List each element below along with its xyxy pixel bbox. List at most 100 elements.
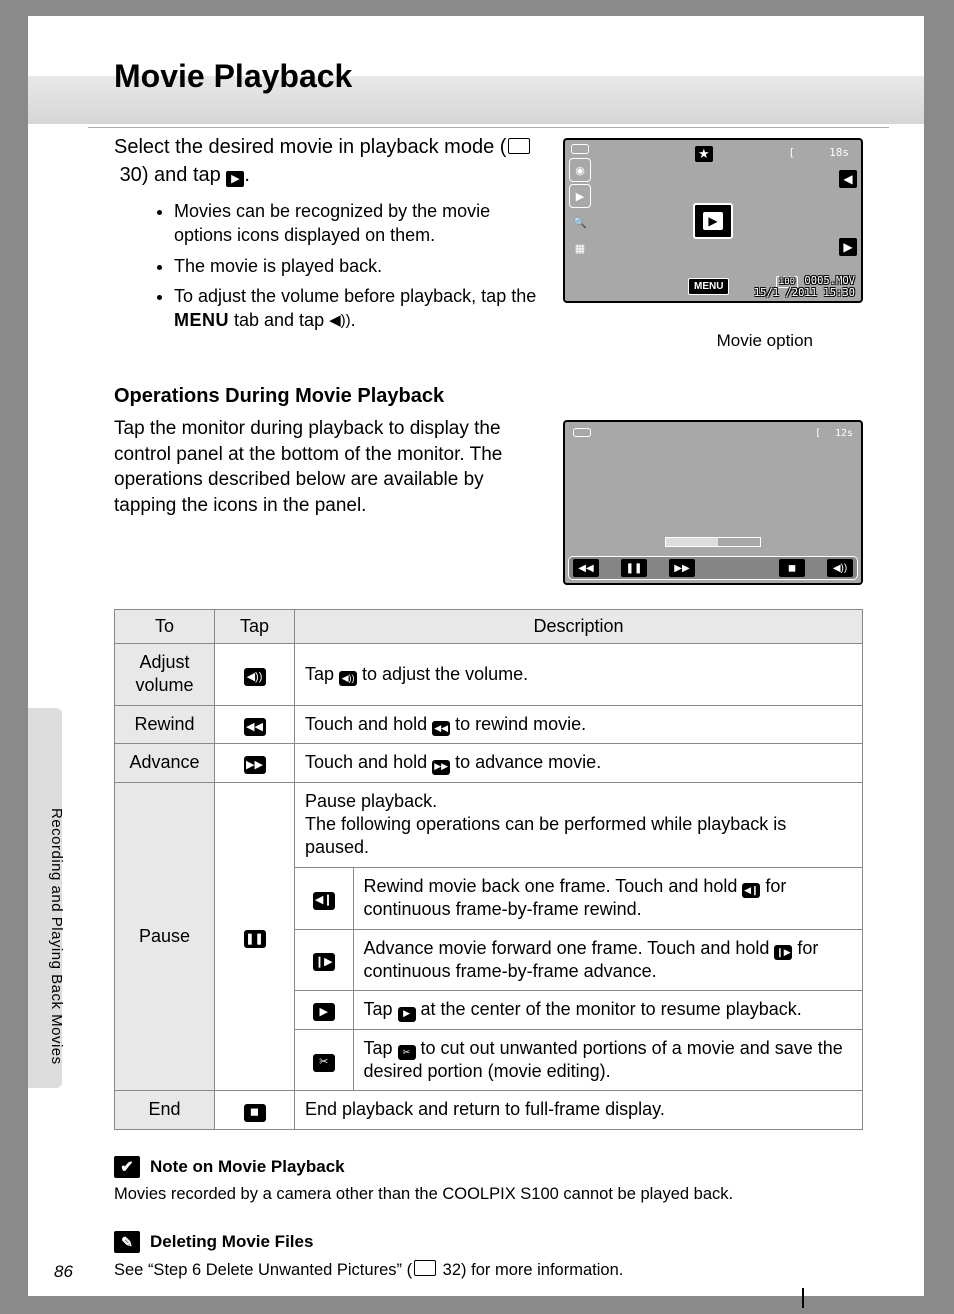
lcd-2: [ 12s ◀◀ ❚❚ ▶▶ ◼ ◀)) [563,420,863,585]
scissors-icon: ✂ [398,1045,416,1060]
to-cell: Pause [115,782,215,1091]
frame-rewind-icon: ◀❙ [742,883,760,898]
pause-row-edit: ✂ Tap ✂ to cut out unwanted portions of … [295,1029,862,1090]
to-cell: Adjust volume [115,644,215,706]
bracket-icon: [ [815,428,821,439]
note-block-1: ✔ Note on Movie Playback Movies recorded… [114,1156,863,1205]
progress-fill [666,538,718,546]
play-glyph-icon: ▶ [703,212,723,230]
volume-icon: ◀)) [339,671,357,686]
frame-advance-icon: ❙▶ [313,953,335,971]
pause-row-resume: ▶ Tap ▶ at the center of the monitor to … [295,991,862,1029]
pause-button-icon: ❚❚ [621,559,647,577]
page-number: 86 [54,1262,73,1282]
screenshot-1: ◉ ▶ 🔍 ▦ ★ [ 18s ◀ ▶ ▶ MENU 100 0005.MOV … [563,138,863,351]
note-heading: ✔ Note on Movie Playback [114,1156,863,1178]
col-desc: Description [295,610,863,644]
intro-row: Select the desired movie in playback mod… [114,134,863,351]
note-title: Deleting Movie Files [150,1232,313,1252]
folder-chip: 100 [776,276,798,288]
desc-cell: Pause playback. The following operations… [295,782,863,1091]
row-advance: Advance ▶▶ Touch and hold ▶▶ to advance … [115,744,863,782]
play-icon: ▶ [398,1007,416,1022]
callout-line [802,1288,804,1308]
star-icon: ★ [695,146,713,162]
intro-sentence: Select the desired movie in playback mod… [114,134,545,189]
to-cell: End [115,1091,215,1129]
pencil-icon: ✎ [114,1231,140,1253]
check-icon: ✔ [114,1156,140,1178]
remaining-label: 12s [835,428,853,439]
pause-subtable: Pause playback. The following operations… [295,783,862,1091]
tap-cell: ◀)) [215,644,295,706]
rewind-button-icon: ◀◀ [573,559,599,577]
book-icon [414,1260,436,1276]
rewind-icon: ◀◀ [244,718,266,736]
content: Recording and Playing Back Movies Select… [88,127,889,1282]
operations-table: To Tap Description Adjust volume ◀)) Tap… [114,609,863,1130]
note-title: Note on Movie Playback [150,1157,345,1177]
tap-cell: ❚❚ [215,782,295,1091]
intro-part1: Select the desired movie in playback mod… [114,136,506,158]
menu-chip: MENU [688,278,729,295]
screenshot-2: [ 12s ◀◀ ❚❚ ▶▶ ◼ ◀)) [563,420,863,585]
table-header-row: To Tap Description [115,610,863,644]
desc-cell: Touch and hold ▶▶ to advance movie. [295,744,863,782]
speaker-icon: ◀)) [329,312,351,329]
screenshot-caption: Movie option [563,331,863,351]
intro-part3: . [244,164,250,186]
play-icon: ▶ [313,1003,335,1021]
page-title: Movie Playback [88,38,889,113]
battery-icon [573,428,591,437]
advance-icon: ▶▶ [244,756,266,774]
intro-part2: ) and tap [142,164,227,186]
book-icon [508,138,530,154]
pause-row-frame-advance: ❙▶ Advance movie forward one frame. Touc… [295,929,862,991]
frame-rewind-icon: ◀❙ [313,892,335,910]
intro-pageref: 30 [120,164,142,186]
pause-icon: ❚❚ [244,930,266,948]
desc-cell: End playback and return to full-frame di… [295,1091,863,1129]
menu-word: MENU [174,310,229,330]
duration-label: 18s [829,146,849,159]
note-body: See “Step 6 Delete Unwanted Pictures” ( … [114,1259,863,1281]
rewind-icon: ◀◀ [432,721,450,736]
prev-arrow-icon: ◀ [839,170,857,188]
pause-intro: Pause playback. The following operations… [295,783,862,868]
note-body: Movies recorded by a camera other than t… [114,1184,863,1205]
to-cell: Rewind [115,705,215,743]
next-arrow-icon: ▶ [839,238,857,256]
manual-page: Movie Playback Recording and Playing Bac… [28,16,924,1296]
play-icon: ▶ [226,171,244,187]
grid-tab-icon: ▦ [569,236,591,260]
filename: 0005.MOV [804,275,855,287]
intro-bullets: Movies can be recognized by the movie op… [114,199,545,332]
stop-icon: ◼ [244,1104,266,1122]
stop-button-icon: ◼ [779,559,805,577]
row-end: End ◼ End playback and return to full-fr… [115,1091,863,1129]
row-rewind: Rewind ◀◀ Touch and hold ◀◀ to rewind mo… [115,705,863,743]
tap-cell: ▶▶ [215,744,295,782]
intro-text: Select the desired movie in playback mod… [114,134,545,339]
row-volume: Adjust volume ◀)) Tap ◀)) to adjust the … [115,644,863,706]
playback-tab-icon: ▶ [569,184,591,208]
progress-bar [665,537,761,547]
col-to: To [115,610,215,644]
frame-advance-icon: ❙▶ [774,945,792,960]
lcd-1: ◉ ▶ 🔍 ▦ ★ [ 18s ◀ ▶ ▶ MENU 100 0005.MOV … [563,138,863,303]
bullet-2: The movie is played back. [174,254,545,278]
playback-control-bar: ◀◀ ❚❚ ▶▶ ◼ ◀)) [568,556,858,580]
row-pause: Pause ❚❚ Pause playback. The following o… [115,782,863,1091]
center-play-button: ▶ [693,203,733,239]
desc-cell: Tap ◀)) to adjust the volume. [295,644,863,706]
scissors-icon: ✂ [313,1054,335,1072]
col-tap: Tap [215,610,295,644]
file-date: 15/1 /2011 15:30 [754,287,855,299]
bracket-icon: [ [788,146,795,159]
volume-button-icon: ◀)) [827,559,853,577]
desc-cell: Touch and hold ◀◀ to rewind movie. [295,705,863,743]
volume-icon: ◀)) [244,668,266,686]
section-label: Recording and Playing Back Movies [48,808,65,1065]
camera-tab-icon: ◉ [569,158,591,182]
bullet-3: To adjust the volume before playback, ta… [174,284,545,333]
